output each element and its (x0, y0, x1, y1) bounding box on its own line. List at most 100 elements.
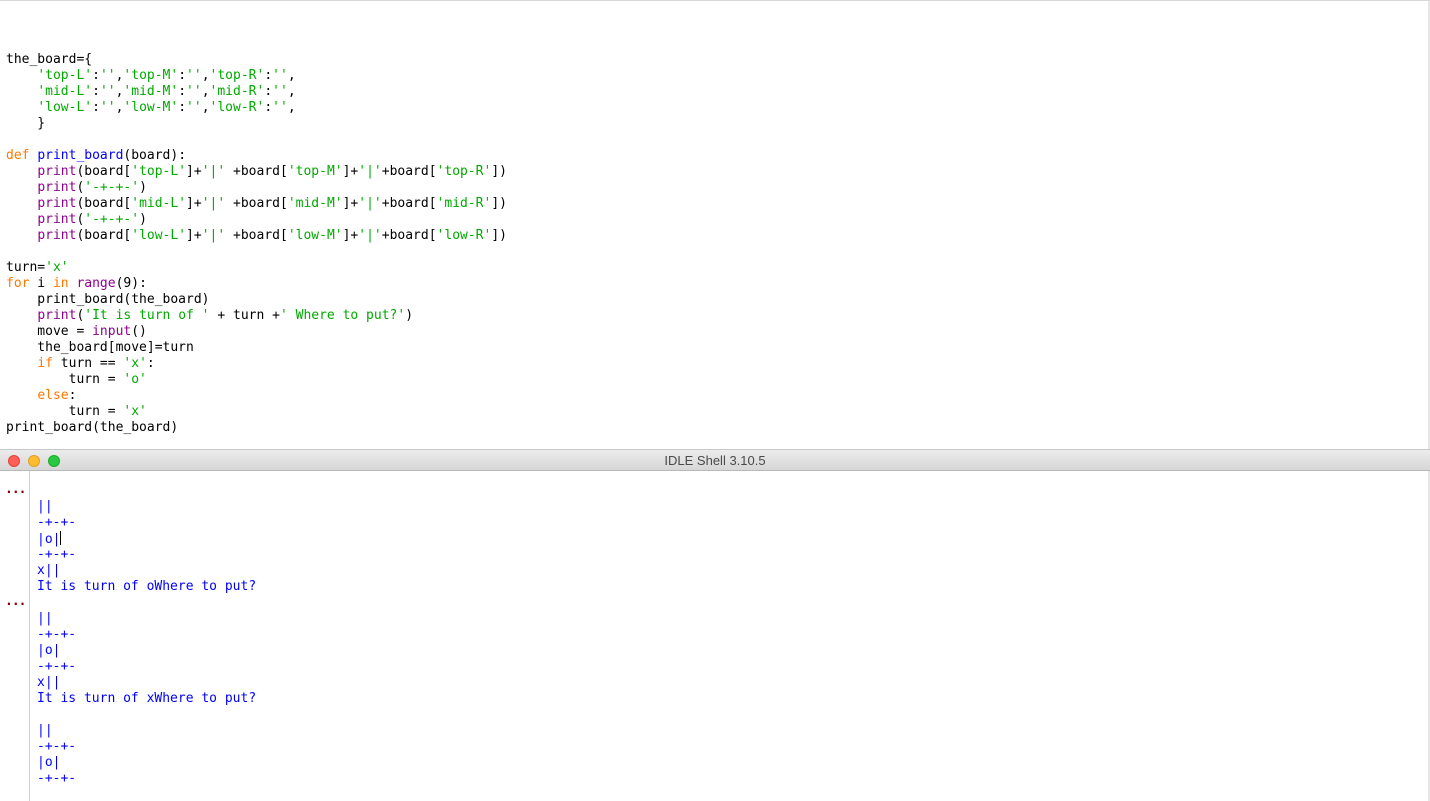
code-token: 'top-M' (287, 164, 343, 179)
text-cursor (60, 531, 62, 545)
shell-output-line: -+-+- (37, 659, 256, 675)
shell-output-text: -+-+- (37, 659, 77, 674)
code-token: ]+ (342, 196, 359, 211)
code-token: (board): (123, 148, 187, 163)
code-line: print_board(the_board) (6, 420, 507, 436)
code-area[interactable]: the_board={ 'top-L':'','top-M':'','top-R… (6, 52, 507, 436)
code-token: +board[ (381, 228, 437, 243)
code-token: print_board(the_board) (6, 420, 179, 435)
code-token: 'top-R' (436, 164, 492, 179)
shell-window-title: IDLE Shell 3.10.5 (664, 453, 766, 468)
code-line: if turn == 'x': (6, 356, 507, 372)
editor-window[interactable]: the_board={ 'top-L':'','top-M':'','top-R… (0, 0, 1430, 450)
code-token: , (287, 84, 296, 99)
shell-output-line: || (37, 499, 256, 515)
code-token: '' (272, 84, 288, 99)
shell-output-text: -+-+- (37, 771, 77, 786)
shell-title-bar[interactable]: IDLE Shell 3.10.5 (0, 449, 1430, 471)
shell-output-line: -+-+- (37, 627, 256, 643)
code-token: ]+ (342, 228, 359, 243)
code-token: else (37, 388, 69, 403)
code-token: print_board (37, 148, 124, 163)
code-line: move = input() (6, 324, 507, 340)
code-line: 'low-L':'','low-M':'','low-R':'', (6, 100, 507, 116)
code-token: (board[ (76, 196, 132, 211)
code-line: turn = 'o' (6, 372, 507, 388)
code-token: +board[ (225, 228, 288, 243)
code-line: print(board['low-L']+'|' +board['low-M']… (6, 228, 507, 244)
shell-output-text: -+-+- (37, 515, 77, 530)
shell-output-line: |o| (37, 755, 256, 771)
code-token: , (201, 84, 210, 99)
code-line: 'mid-L':'','mid-M':'','mid-R':'', (6, 84, 507, 100)
code-token: 'top-L' (131, 164, 187, 179)
code-token: (9): (115, 276, 147, 291)
code-line: 'top-L':'','top-M':'','top-R':'', (6, 68, 507, 84)
code-token: 'mid-M' (123, 84, 179, 99)
shell-output-line (37, 595, 256, 611)
code-token: print (37, 180, 77, 195)
code-line: print(board['top-L']+'|' +board['top-M']… (6, 164, 507, 180)
code-token: : (68, 388, 77, 403)
code-line: def print_board(board): (6, 148, 507, 164)
code-token: 'low-M' (287, 228, 343, 243)
code-token: 'x' (45, 260, 69, 275)
code-token: ) (139, 180, 147, 195)
code-line: print('-+-+-') (6, 212, 507, 228)
shell-window[interactable]: ... ... || -+-+- |o| -+-+- x|| It is turn of … (0, 471, 1430, 801)
code-token: in (52, 276, 69, 291)
code-token: 'low-R' (209, 100, 265, 115)
shell-output-text: |o| (37, 755, 61, 770)
code-token: 'top-L' (37, 68, 93, 83)
code-token: : (264, 84, 273, 99)
shell-output[interactable]: || -+-+- |o| -+-+- x|| It is turn of oWhere t… (37, 499, 256, 787)
code-token: print_board(the_board) (6, 292, 210, 307)
code-token: () (131, 324, 147, 339)
shell-output-line: -+-+- (37, 771, 256, 787)
code-token: '' (186, 100, 202, 115)
code-line: for i in range(9): (6, 276, 507, 292)
code-token: 'mid-R' (436, 196, 492, 211)
code-token: '|' (358, 196, 382, 211)
code-token: +board[ (381, 196, 437, 211)
code-line: print(board['mid-L']+'|' +board['mid-M']… (6, 196, 507, 212)
code-token: move = (6, 324, 93, 339)
code-token: def (6, 148, 30, 163)
shell-output-line: -+-+- (37, 739, 256, 755)
code-token: '' (186, 84, 202, 99)
shell-output-line: |o| (37, 643, 256, 659)
code-token: ]) (491, 196, 507, 211)
code-token: '|' (201, 164, 226, 179)
code-token: '|' (358, 164, 382, 179)
code-token: '' (186, 68, 202, 83)
code-line: else: (6, 388, 507, 404)
code-token: , (201, 100, 210, 115)
code-token: ]+ (186, 164, 202, 179)
shell-output-text: || (37, 723, 53, 738)
code-token: 'x' (123, 356, 147, 371)
code-token: print (37, 164, 77, 179)
code-token: input (92, 324, 132, 339)
code-token: turn == (52, 356, 124, 371)
code-token: 'mid-L' (37, 84, 93, 99)
code-token: print (37, 308, 77, 323)
code-token: 'It is turn of ' (84, 308, 210, 323)
code-token: ' Where to put?' (279, 308, 406, 323)
code-token: '-+-+-' (84, 180, 140, 195)
shell-output-line (37, 707, 256, 723)
code-line: turn='x' (6, 260, 507, 276)
code-token: ) (139, 212, 147, 227)
code-token: : (92, 68, 100, 83)
code-token: , (287, 100, 296, 115)
code-token: 'x' (123, 404, 147, 419)
code-token: ]+ (186, 196, 202, 211)
code-token: the_board={ (6, 52, 93, 67)
code-token: +board[ (225, 196, 288, 211)
shell-output-text: It is turn of xWhere to put? (37, 691, 257, 706)
code-token: '|' (358, 228, 382, 243)
code-token: ]+ (186, 228, 202, 243)
